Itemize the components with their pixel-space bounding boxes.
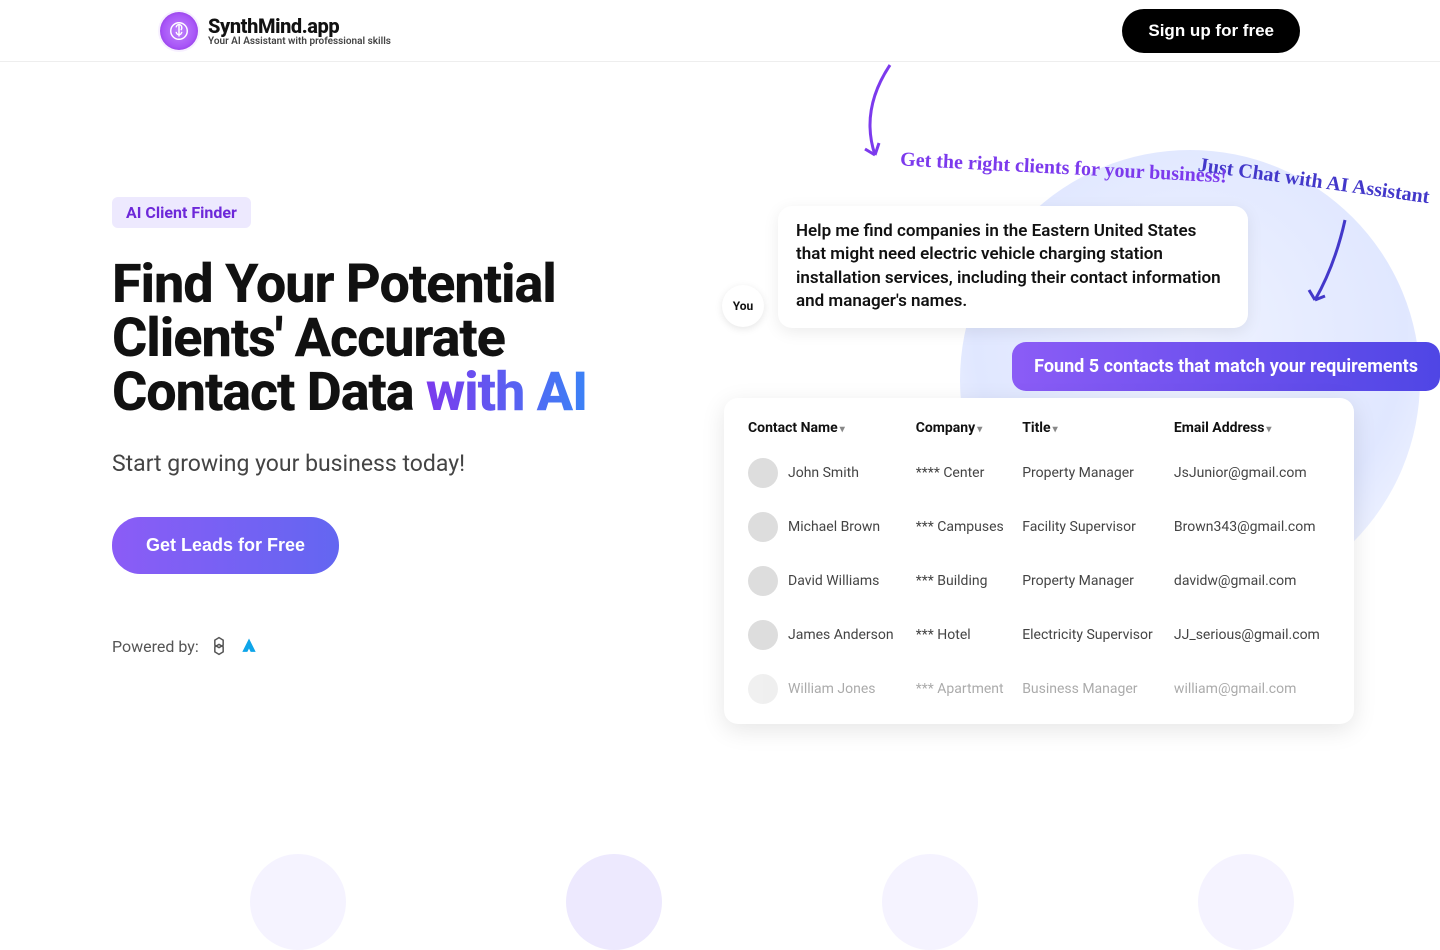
contact-avatar (748, 458, 778, 488)
powered-by: Powered by: (112, 636, 672, 656)
hero-left: AI Client Finder Find Your Potential Cli… (112, 197, 672, 656)
cell-contact: William Jones (742, 662, 910, 716)
table-row: Michael Brown *** CampusesFacility Superv… (742, 500, 1336, 554)
azure-icon (239, 636, 259, 656)
user-chat-bubble: Help me find companies in the Eastern Un… (778, 206, 1248, 328)
col-company[interactable]: Company▾ (910, 410, 1016, 446)
contact-avatar (748, 512, 778, 542)
cell-company: **** Center (910, 446, 1016, 500)
cell-contact: David Williams (742, 554, 910, 608)
cell-company: *** Building (910, 554, 1016, 608)
hero-subhead: Start growing your business today! (112, 450, 672, 477)
cell-company: *** Hotel (910, 608, 1016, 662)
ai-chat-bubble: Found 5 contacts that match your require… (1012, 342, 1440, 391)
get-leads-button[interactable]: Get Leads for Free (112, 517, 339, 574)
logo-text: SynthMind.app Your AI Assistant with pro… (208, 14, 391, 47)
table-row: David Williams *** BuildingProperty Manag… (742, 554, 1336, 608)
cell-email: william@gmail.com (1168, 662, 1336, 716)
cell-company: *** Campuses (910, 500, 1016, 554)
table-row: John Smith **** CenterProperty ManagerJsJ… (742, 446, 1336, 500)
results-card: Contact Name▾ Company▾ Title▾ Email Addr… (724, 398, 1354, 724)
chevron-down-icon: ▾ (977, 424, 982, 435)
contact-avatar (748, 674, 778, 704)
cell-contact: John Smith (742, 446, 910, 500)
feature-row (0, 854, 1294, 950)
contact-name: James Anderson (788, 627, 894, 643)
contact-name: Michael Brown (788, 519, 880, 535)
arrow-icon-bottom (840, 60, 910, 170)
cell-email: davidw@gmail.com (1168, 554, 1336, 608)
cell-title: Business Manager (1016, 662, 1168, 716)
headline-accent: with AI (426, 361, 587, 424)
feature-item (1198, 854, 1294, 950)
feature-item (566, 854, 662, 950)
feature-item (882, 854, 978, 950)
col-title[interactable]: Title▾ (1016, 410, 1168, 446)
openai-icon (209, 636, 229, 656)
results-table: Contact Name▾ Company▾ Title▾ Email Addr… (742, 410, 1336, 716)
you-avatar: You (722, 285, 764, 327)
feature-item (250, 854, 346, 950)
table-row: James Anderson *** HotelElectricity Super… (742, 608, 1336, 662)
logo-title: SynthMind.app (208, 14, 391, 38)
contact-name: David Williams (788, 573, 879, 589)
col-contact-name[interactable]: Contact Name▾ (742, 410, 910, 446)
cell-contact: James Anderson (742, 608, 910, 662)
table-header-row: Contact Name▾ Company▾ Title▾ Email Addr… (742, 410, 1336, 446)
col-email[interactable]: Email Address▾ (1168, 410, 1336, 446)
logo-brain-icon (160, 12, 198, 50)
cell-email: JsJunior@gmail.com (1168, 446, 1336, 500)
chevron-down-icon: ▾ (1266, 424, 1271, 435)
product-badge: AI Client Finder (112, 197, 251, 228)
cell-title: Facility Supervisor (1016, 500, 1168, 554)
contact-avatar (748, 566, 778, 596)
contact-name: John Smith (788, 465, 859, 481)
cell-title: Property Manager (1016, 446, 1168, 500)
contact-avatar (748, 620, 778, 650)
arrow-icon-top (1305, 215, 1355, 315)
chevron-down-icon: ▾ (1053, 424, 1058, 435)
powered-by-label: Powered by: (112, 637, 199, 656)
signup-button[interactable]: Sign up for free (1122, 9, 1300, 53)
cell-title: Property Manager (1016, 554, 1168, 608)
hero-headline: Find Your Potential Clients' Accurate Co… (112, 258, 672, 420)
cell-contact: Michael Brown (742, 500, 910, 554)
hero-section: AI Client Finder Find Your Potential Cli… (0, 62, 1440, 656)
logo[interactable]: SynthMind.app Your AI Assistant with pro… (160, 12, 391, 50)
cell-email: JJ_serious@gmail.com (1168, 608, 1336, 662)
table-row: William Jones *** ApartmentBusiness Manag… (742, 662, 1336, 716)
header: SynthMind.app Your AI Assistant with pro… (0, 0, 1440, 62)
cell-email: Brown343@gmail.com (1168, 500, 1336, 554)
logo-tagline: Your AI Assistant with professional skil… (208, 36, 391, 47)
contact-name: William Jones (788, 681, 876, 697)
cell-company: *** Apartment (910, 662, 1016, 716)
cell-title: Electricity Supervisor (1016, 608, 1168, 662)
chevron-down-icon: ▾ (840, 424, 845, 435)
